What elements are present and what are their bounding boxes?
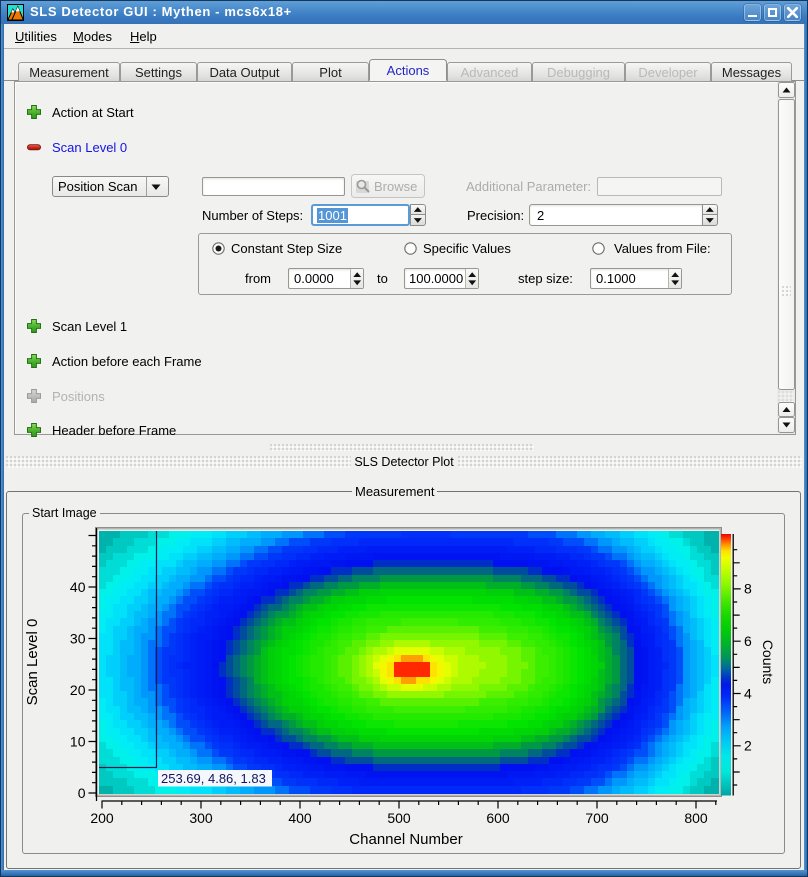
svg-text:10: 10 xyxy=(70,733,86,749)
svg-text:700: 700 xyxy=(585,810,609,826)
svg-text:8: 8 xyxy=(744,581,752,597)
svg-text:20: 20 xyxy=(70,682,86,698)
svg-text:800: 800 xyxy=(684,810,708,826)
svg-text:Channel Number: Channel Number xyxy=(349,831,462,848)
svg-text:6: 6 xyxy=(744,633,752,649)
svg-text:400: 400 xyxy=(288,810,312,826)
svg-text:300: 300 xyxy=(189,810,213,826)
svg-text:0: 0 xyxy=(78,785,86,801)
svg-text:Counts: Counts xyxy=(760,640,776,684)
svg-text:Scan Level 0: Scan Level 0 xyxy=(24,619,41,706)
svg-text:253.69, 4.86, 1.83: 253.69, 4.86, 1.83 xyxy=(161,771,266,786)
svg-text:2: 2 xyxy=(744,738,752,754)
svg-text:4: 4 xyxy=(744,685,752,701)
svg-text:500: 500 xyxy=(387,810,411,826)
svg-text:40: 40 xyxy=(70,579,86,595)
svg-text:600: 600 xyxy=(486,810,510,826)
svg-text:30: 30 xyxy=(70,630,86,646)
svg-text:200: 200 xyxy=(90,810,114,826)
